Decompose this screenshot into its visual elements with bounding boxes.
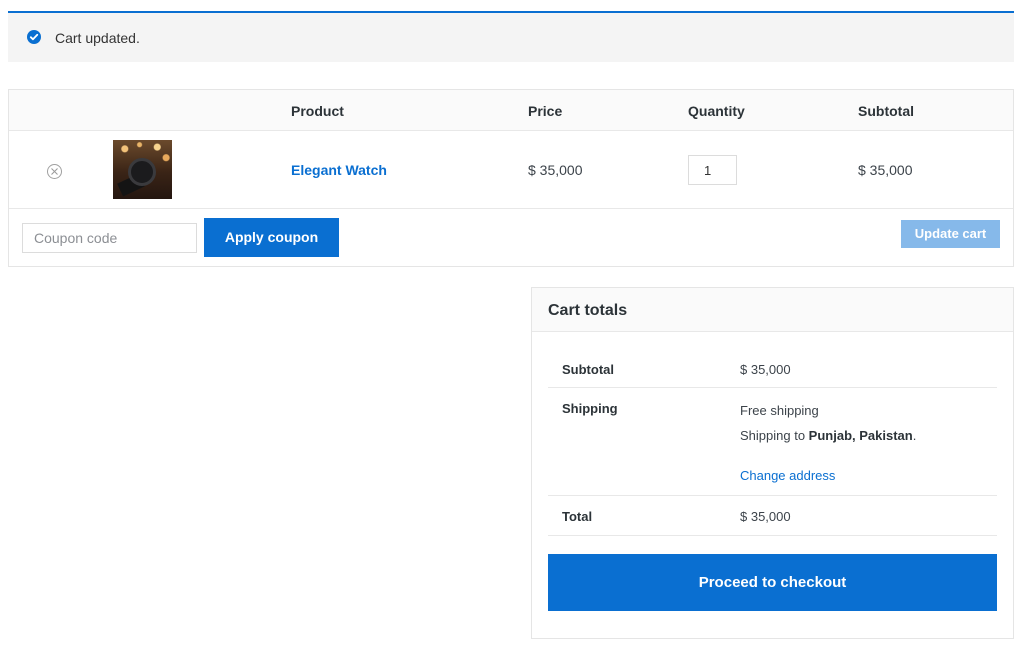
product-name-link[interactable]: Elegant Watch (291, 162, 387, 178)
header-subtotal: Subtotal (858, 103, 914, 119)
shipping-method: Free shipping (740, 403, 819, 418)
cart-updated-notice: Cart updated. (8, 11, 1014, 62)
totals-shipping-row: Shipping Free shipping Shipping to Punja… (548, 388, 997, 496)
change-address-link[interactable]: Change address (740, 468, 835, 484)
update-cart-button[interactable]: Update cart (901, 220, 1000, 248)
quantity-input[interactable]: 1 (688, 155, 737, 185)
proceed-to-checkout-button[interactable]: Proceed to checkout (548, 554, 997, 611)
shipping-location: Punjab, Pakistan (808, 428, 913, 443)
product-price: $ 35,000 (528, 162, 583, 178)
totals-subtotal-value: $ 35,000 (740, 362, 791, 377)
notice-message: Cart updated. (55, 30, 140, 46)
cart-table: Product Price Quantity Subtotal Elegant … (8, 89, 1014, 267)
apply-coupon-button[interactable]: Apply coupon (204, 218, 339, 257)
product-thumbnail[interactable] (113, 140, 172, 199)
header-price: Price (528, 103, 563, 119)
shipping-destination: Shipping to Punjab, Pakistan. (740, 428, 916, 444)
totals-total-row: Total $ 35,000 (548, 496, 997, 536)
shipping-to-prefix: Shipping to (740, 428, 809, 443)
watch-face (128, 158, 156, 186)
totals-subtotal-label: Subtotal (562, 362, 614, 377)
cart-actions: Coupon code Apply coupon Update cart (9, 209, 1013, 266)
totals-total-label: Total (562, 509, 593, 524)
cart-totals: Cart totals Subtotal $ 35,000 Shipping F… (531, 287, 1014, 639)
cart-item-row: Elegant Watch $ 35,000 1 $ 35,000 (9, 131, 1013, 209)
cart-totals-title: Cart totals (548, 302, 628, 319)
shipping-to-suffix: . (912, 428, 917, 443)
coupon-code-input[interactable]: Coupon code (22, 223, 197, 253)
totals-subtotal-row: Subtotal $ 35,000 (548, 350, 997, 388)
cart-table-header: Product Price Quantity Subtotal (9, 90, 1013, 131)
cart-totals-header: Cart totals (532, 288, 1013, 332)
check-circle-icon (27, 30, 41, 44)
totals-total-value: $ 35,000 (740, 509, 791, 524)
product-subtotal: $ 35,000 (858, 162, 913, 178)
remove-item-icon[interactable] (47, 164, 62, 179)
header-quantity: Quantity (688, 103, 745, 119)
header-product: Product (291, 103, 344, 119)
totals-shipping-label: Shipping (562, 401, 618, 416)
